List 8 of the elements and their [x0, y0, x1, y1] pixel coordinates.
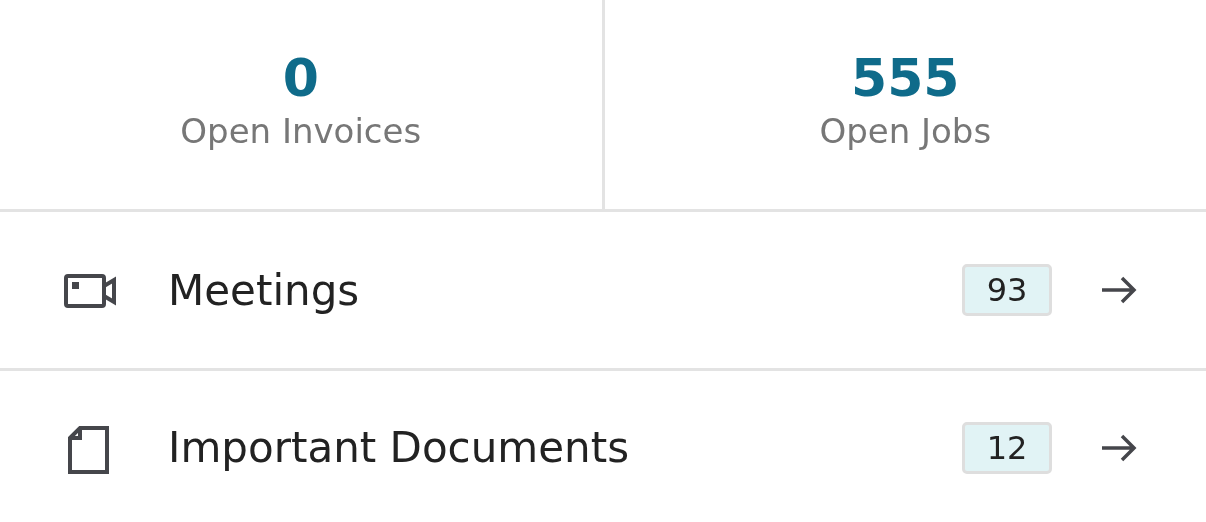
stat-label: Open Invoices [180, 111, 422, 152]
list-item-label[interactable]: Important Documents [168, 423, 962, 472]
count-badge: 93 [962, 264, 1052, 316]
stat-label: Open Jobs [819, 111, 992, 152]
stat-value: 555 [850, 49, 960, 108]
stat-value: 0 [282, 49, 319, 108]
list-item-label[interactable]: Meetings [168, 265, 962, 315]
count-badge: 12 [962, 421, 1052, 474]
